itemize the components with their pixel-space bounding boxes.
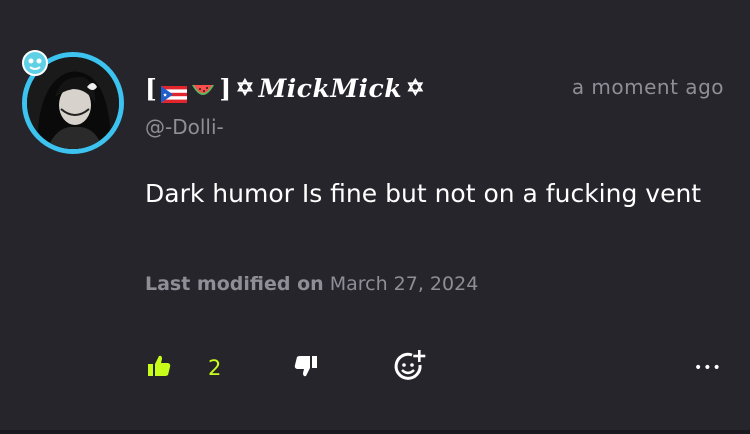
name-bracket-open: [ (145, 73, 158, 103)
comment-actions: 2 ••• (0, 350, 750, 386)
add-reaction-icon (392, 349, 426, 387)
author-name-text: MickMick (258, 73, 403, 103)
thumbs-down-icon (293, 353, 319, 383)
avatar[interactable] (20, 48, 124, 154)
puerto-rico-flag-icon (161, 80, 188, 103)
last-modified: Last modified on March 27, 2024 (145, 273, 478, 295)
watermelon-icon (191, 78, 215, 98)
author-name[interactable]: [ ] ✡ MickMick ✡ (145, 70, 425, 106)
name-bracket-close: ] (219, 73, 232, 103)
level-badge-icon (20, 48, 50, 78)
more-icon: ••• (694, 360, 722, 376)
last-modified-label: Last modified on (145, 273, 324, 295)
author-handle[interactable]: @-Dolli- (145, 115, 224, 139)
like-count: 2 (208, 356, 222, 380)
like-button[interactable] (146, 350, 172, 386)
dislike-button[interactable] (293, 350, 319, 386)
thumbs-up-icon (146, 353, 172, 383)
comment-text: Dark humor Is fine but not on a fucking … (145, 179, 702, 208)
comment-card: [ ] ✡ MickMick ✡ a moment ago @-Dolli- D… (0, 0, 750, 434)
comment-timestamp: a moment ago (571, 75, 724, 99)
star-glyph-right: ✡ (406, 75, 425, 101)
more-button[interactable]: ••• (694, 350, 722, 386)
divider (0, 430, 750, 434)
add-reaction-button[interactable] (392, 350, 426, 386)
last-modified-date: March 27, 2024 (329, 273, 479, 295)
star-glyph-left: ✡ (235, 75, 255, 101)
